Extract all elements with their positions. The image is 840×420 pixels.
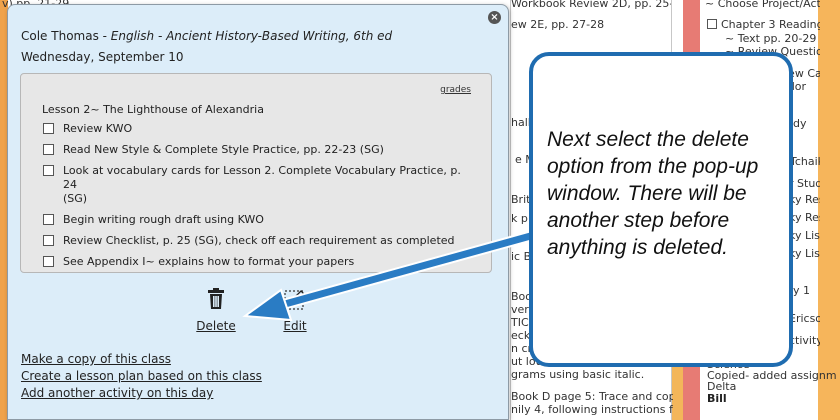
background-text: y 1 bbox=[793, 284, 811, 297]
course-name: English - Ancient History-Based Writing,… bbox=[110, 29, 393, 43]
trash-icon bbox=[208, 288, 224, 309]
student-name: Cole Thomas - bbox=[21, 29, 111, 43]
background-text: ew 2E, pp. 27-28 bbox=[511, 18, 605, 31]
task-label: Begin writing rough draft using KWO bbox=[63, 213, 264, 226]
background-text: ky Resea bbox=[789, 211, 820, 224]
background-text: ky Listeni bbox=[789, 229, 820, 242]
background-text: ky Listeni bbox=[789, 247, 820, 260]
background-text: Ericson, t bbox=[789, 312, 820, 325]
task-checkbox[interactable] bbox=[43, 235, 54, 246]
task-label: Review Checklist, p. 25 (SG), check off … bbox=[63, 234, 455, 247]
edit-button[interactable]: Edit bbox=[275, 288, 315, 333]
task-checkbox[interactable] bbox=[43, 214, 54, 225]
task-item: Begin writing rough draft using KWO bbox=[43, 213, 473, 227]
popup-date: Wednesday, September 10 bbox=[21, 50, 184, 64]
task-item: Read New Style & Complete Style Practice… bbox=[43, 143, 473, 157]
background-text: ~ Text pp. 20-29 bbox=[725, 32, 817, 45]
delete-button[interactable]: Delete bbox=[191, 288, 241, 333]
callout-text: Next select the delete option from the p… bbox=[547, 128, 759, 259]
task-checkbox[interactable] bbox=[43, 144, 54, 155]
background-text: Book D page 5: Trace and copy bbox=[511, 390, 673, 403]
background-text: ctivity, pp. bbox=[789, 334, 820, 347]
task-item: See Appendix I~ explains how to format y… bbox=[43, 255, 473, 269]
background-text: ~ Choose Project/Activity bbox=[705, 0, 820, 10]
background-text: TIC bbox=[511, 316, 529, 329]
background-text: Bill bbox=[707, 392, 727, 405]
task-checkbox[interactable] bbox=[43, 256, 54, 267]
popup-title: Cole Thomas - English - Ancient History-… bbox=[21, 29, 392, 43]
create-lesson-plan-link[interactable]: Create a lesson plan based on this class bbox=[21, 368, 262, 385]
grades-link[interactable]: grades bbox=[440, 85, 471, 95]
background-text: r Study P bbox=[789, 177, 820, 190]
task-checkbox[interactable] bbox=[43, 123, 54, 134]
task-item: Review Checklist, p. 25 (SG), check off … bbox=[43, 234, 473, 248]
task-list: Review KWO Read New Style & Complete Sty… bbox=[43, 122, 473, 276]
checkbox[interactable] bbox=[707, 19, 717, 29]
background-text: dy bbox=[793, 117, 807, 130]
background-text: Workbook Review 2D, pp. 25-26 bbox=[511, 0, 671, 10]
popup-links: Make a copy of this class Create a lesso… bbox=[21, 351, 262, 402]
background-text: k p bbox=[511, 212, 528, 225]
lesson-box: grades Lesson 2~ The Lighthouse of Alexa… bbox=[20, 73, 492, 273]
instruction-callout: Next select the delete option from the p… bbox=[529, 52, 793, 367]
task-item: Look at vocabulary cards for Lesson 2. C… bbox=[43, 164, 473, 206]
background-text: Chapter 3 Reading bbox=[707, 18, 820, 31]
background-text: Tchaikovs bbox=[790, 155, 820, 168]
task-item: Review KWO bbox=[43, 122, 473, 136]
lesson-title: Lesson 2~ The Lighthouse of Alexandria bbox=[42, 103, 264, 116]
task-label: Look at vocabulary cards for Lesson 2. C… bbox=[63, 164, 461, 205]
background-text: Brit bbox=[511, 193, 531, 206]
subject-color-strip bbox=[672, 360, 683, 420]
background-text: hall bbox=[511, 116, 531, 129]
add-activity-link[interactable]: Add another activity on this day bbox=[21, 385, 262, 402]
delete-label: Delete bbox=[196, 319, 236, 333]
pencil-edit-icon bbox=[284, 290, 305, 310]
task-checkbox[interactable] bbox=[43, 165, 54, 176]
copy-class-link[interactable]: Make a copy of this class bbox=[21, 351, 262, 368]
background-text: grams using basic italic. bbox=[511, 368, 645, 381]
close-icon[interactable]: × bbox=[488, 11, 501, 24]
task-label: See Appendix I~ explains how to format y… bbox=[63, 255, 355, 268]
background-text: ky Resea bbox=[789, 193, 820, 206]
task-label: Read New Style & Complete Style Practice… bbox=[63, 143, 384, 156]
class-detail-popup: × Cole Thomas - English - Ancient Histor… bbox=[7, 4, 509, 420]
task-label: Review KWO bbox=[63, 122, 133, 135]
edit-label: Edit bbox=[283, 319, 307, 333]
subject-color-strip bbox=[818, 0, 840, 420]
background-text: nily 4, following instructions for bbox=[511, 403, 673, 416]
background-text: eck bbox=[511, 329, 531, 342]
